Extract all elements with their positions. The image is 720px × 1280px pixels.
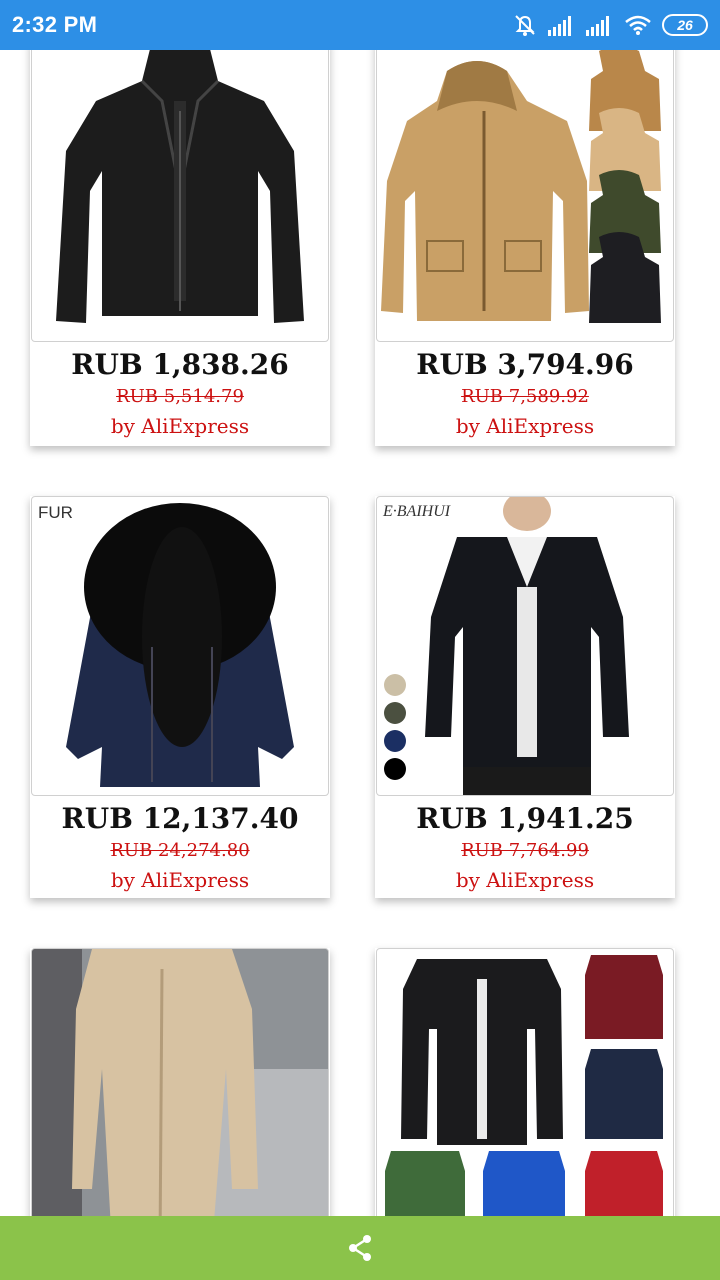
- product-card[interactable]: RUB 3,794.96 RUB 7,589.92 by AliExpress: [375, 50, 675, 446]
- battery-icon: 26: [662, 14, 708, 36]
- brand-logo: FUR: [38, 503, 73, 522]
- battery-level: 26: [677, 17, 693, 33]
- product-card[interactable]: FUR RUB 12,137.40 RUB 24,274.80 by AliEx…: [30, 496, 330, 898]
- product-seller: by AliExpress: [455, 414, 595, 438]
- product-seller: by AliExpress: [110, 868, 250, 892]
- product-image[interactable]: [31, 50, 329, 342]
- black-jacket-icon: [56, 50, 304, 323]
- product-seller: by AliExpress: [110, 414, 250, 438]
- khaki-parka-icon: [381, 50, 661, 323]
- beige-coat-icon: [32, 949, 328, 1216]
- product-price: RUB 1,941.25: [416, 802, 634, 835]
- status-time: 2:32 PM: [12, 12, 98, 37]
- quilted-bomber-icon: [385, 955, 663, 1216]
- product-price: RUB 1,838.26: [71, 348, 289, 381]
- product-card[interactable]: E·BAIHUI RUB 1,941.25 RUB 7,764.99 by Al…: [375, 496, 675, 898]
- product-old-price: RUB 24,274.80: [110, 840, 250, 861]
- share-icon[interactable]: [345, 1233, 375, 1263]
- product-image[interactable]: FUR: [31, 496, 329, 796]
- product-old-price: RUB 7,764.99: [461, 840, 589, 861]
- brand-logo: E·BAIHUI: [383, 503, 451, 520]
- product-old-price: RUB 7,589.92: [461, 386, 589, 407]
- product-image[interactable]: E·BAIHUI: [376, 496, 674, 796]
- product-price: RUB 12,137.40: [61, 802, 299, 835]
- product-image[interactable]: [376, 948, 674, 1216]
- product-feed[interactable]: RUB 1,838.26 RUB 5,514.79 by AliExpress …: [0, 50, 720, 1216]
- status-icons: 26: [512, 13, 708, 37]
- bottom-bar: [0, 1216, 720, 1280]
- wifi-icon: [625, 15, 651, 35]
- product-old-price: RUB 5,514.79: [116, 386, 244, 407]
- signal-icon: [548, 16, 571, 36]
- product-card[interactable]: [375, 948, 675, 1216]
- product-price: RUB 3,794.96: [416, 348, 634, 381]
- product-card[interactable]: [30, 948, 330, 1216]
- mute-icon: [515, 15, 535, 36]
- model-jacket-icon: [384, 497, 629, 795]
- status-bar: 2:32 PM 26: [0, 0, 720, 50]
- product-card[interactable]: RUB 1,838.26 RUB 5,514.79 by AliExpress: [30, 50, 330, 446]
- product-seller: by AliExpress: [455, 868, 595, 892]
- product-image[interactable]: [31, 948, 329, 1216]
- fur-parka-icon: [66, 503, 294, 787]
- product-image[interactable]: [376, 50, 674, 342]
- signal-icon-2: [586, 16, 609, 36]
